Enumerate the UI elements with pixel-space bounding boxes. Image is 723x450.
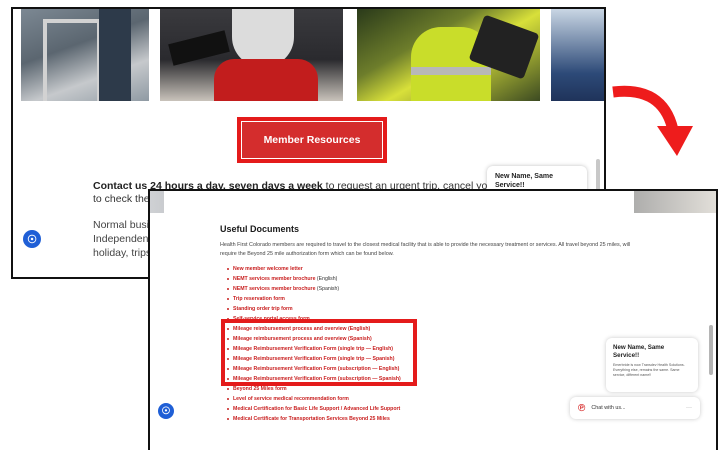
curved-arrow-icon: [612, 85, 693, 156]
accessibility-icon[interactable]: ☉: [23, 230, 41, 248]
front-screenshot: Useful Documents Health First Colorado m…: [148, 189, 718, 450]
document-link[interactable]: Trip reservation form: [227, 294, 401, 304]
chat-announcement-card[interactable]: New Name, Same Service!! Emerbride is no…: [606, 338, 698, 392]
chat-widget-bar[interactable]: ℗ Chat with us... ···: [570, 397, 700, 419]
contact-text-line2: to check the: [93, 193, 150, 205]
chat-card-title: New Name, Same Service!!: [613, 344, 665, 359]
chat-card-body: Emerbride is now Transdev Health Solutio…: [613, 363, 685, 377]
document-link[interactable]: Level of service medical recommendation …: [227, 394, 401, 404]
normal-text-line-2: Independenc: [93, 233, 154, 245]
normal-text-line-3: holiday, trips: [93, 247, 152, 259]
intro-paragraph: Health First Colorado members are requir…: [220, 242, 631, 257]
photo-staff: [551, 9, 604, 101]
document-link[interactable]: Standing order trip form: [227, 304, 401, 314]
hero-photo-row: [21, 9, 604, 101]
document-link[interactable]: NEMT services member brochure (Spanish): [227, 284, 401, 294]
header-photo-strip: [150, 191, 716, 213]
more-options-icon[interactable]: ···: [686, 405, 692, 411]
normal-text-line-1: Normal busin: [93, 219, 155, 231]
chat-bubble-icon: ℗: [578, 402, 586, 414]
photo-driver-tablet: [357, 9, 540, 101]
photo-dispatcher: [160, 9, 343, 101]
section-title: Useful Documents: [220, 224, 300, 234]
document-link[interactable]: New member welcome letter: [227, 264, 401, 274]
member-resources-button[interactable]: Member Resources: [242, 122, 382, 158]
mileage-documents-highlight: [221, 319, 417, 386]
chat-preview-title: New Name, Same Service!!: [495, 173, 553, 189]
document-link[interactable]: Medical Certificate for Transportation S…: [227, 414, 401, 424]
accessibility-icon[interactable]: ☉: [158, 403, 174, 419]
photo-walker: [21, 9, 149, 101]
chat-bar-label: Chat with us...: [591, 405, 626, 411]
scrollbar[interactable]: [709, 325, 713, 375]
document-link[interactable]: Medical Certification for Basic Life Sup…: [227, 404, 401, 414]
document-link[interactable]: NEMT services member brochure (English): [227, 274, 401, 284]
